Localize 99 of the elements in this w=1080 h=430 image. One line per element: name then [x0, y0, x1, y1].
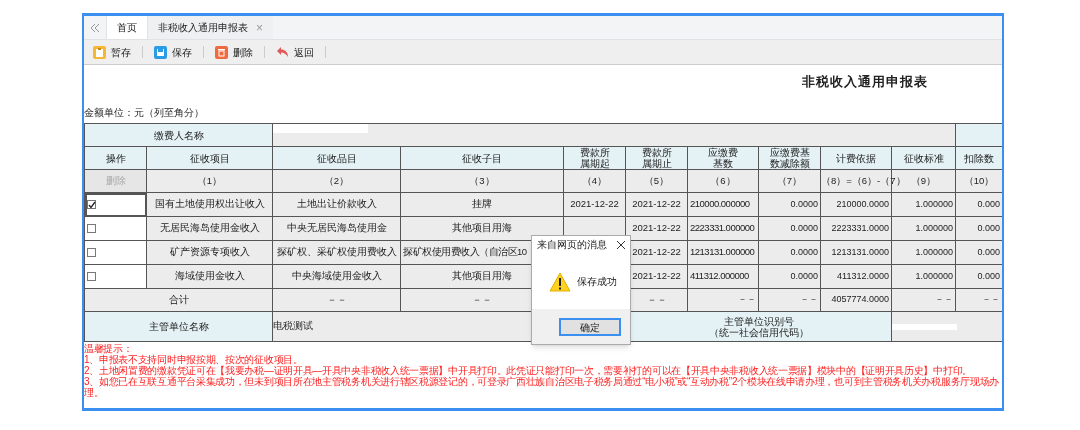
table-cell-text: 0.0000 — [789, 197, 819, 211]
undo-arrow-icon — [276, 46, 289, 58]
table-cell-text: 4057774.0000 — [830, 293, 890, 307]
table-cell-text: 国有土地使用权出让收入 — [153, 197, 266, 212]
column-header: 征收子目 — [462, 152, 502, 164]
field-label: 主管单位识别号 — [723, 315, 794, 327]
tab[interactable]: 非税收入通用申报表 × — [147, 16, 273, 39]
column-index: （6） — [710, 174, 736, 186]
table-cell-text: 探矿权、采矿权使用费收入 — [275, 245, 398, 260]
clipboard-icon — [93, 45, 106, 59]
table-cell-text: 0.0000 — [789, 269, 819, 283]
table-cell-text: 0.000 — [976, 245, 1001, 259]
table-cell-text: 2223331.0000 — [830, 221, 890, 235]
field-label: 主管单位名称 — [148, 321, 209, 332]
notes-title: 温馨提示： — [84, 343, 133, 354]
field-label: 缴费人名称 — [153, 129, 204, 141]
unit-note: 金额单位：元（列至角分） — [84, 106, 204, 120]
table-cell-text: 0.0000 — [789, 245, 819, 259]
table-cell-text: 2021-12-22 — [631, 245, 682, 260]
form-title: 非税收入通用申报表 — [802, 73, 928, 92]
dialog-message: 保存成功 — [577, 275, 617, 289]
payer-name-field[interactable] — [273, 124, 368, 133]
table-cell-text: 2021-12-22 — [631, 221, 682, 236]
table-cell-text: 411312.0000 — [836, 269, 890, 283]
notice-text: 3、如您已在互联互通平台采集成功，但未到项目所在地主管税务机关进行辖区税源登记的，可登录广西壮族自治区电子税务局通过“电小税”或“互动办税”2个模块在线申请办理，也可到主管税务机关办税服务厅现场办理。 — [84, 376, 1001, 398]
table-cell-text: 其他项目用海 — [451, 221, 513, 236]
row-checkbox[interactable] — [87, 248, 96, 257]
column-header: 扣除数 — [964, 152, 994, 164]
warning-icon — [549, 271, 571, 292]
table-cell-text: 1.000000 — [914, 221, 954, 235]
column-header: 征收项目 — [189, 152, 230, 164]
table-cell-text: 1.000000 — [914, 269, 954, 283]
column-index: （5） — [643, 174, 670, 186]
table-cell-text: －－ — [325, 292, 348, 307]
trash-icon — [215, 45, 228, 59]
table-cell-text: 2223331.000000 — [689, 221, 756, 236]
table-cell-text: 其他项目用海 — [451, 269, 513, 284]
table-cell-text: 1.000000 — [914, 245, 954, 259]
table-cell-text: 土地出让价款收入 — [295, 197, 378, 212]
table-cell-text: 411312.000000 — [689, 269, 750, 284]
table-cell-text: 1213131.0000 — [830, 245, 890, 259]
table-cell-text: 2021-12-22 — [631, 197, 682, 212]
notice-text: 1、申报表不支持同时申报按期、按次的征收项目。 — [84, 354, 304, 365]
table-cell-text: 2021-12-22 — [631, 269, 682, 284]
floppy-disk-icon — [154, 45, 167, 59]
tab[interactable]: 首页 — [106, 16, 147, 39]
close-icon[interactable] — [617, 241, 625, 249]
column-header: 计费依据 — [836, 152, 876, 164]
toolbar-button[interactable]: 保存 — [152, 44, 194, 60]
column-index: （2） — [323, 174, 350, 186]
row-checkbox[interactable] — [87, 272, 96, 281]
notice-text: 2、土地闲置费的缴款凭证可在【我要办税—证明开具—开具中央非税收入统一票据】中开具打印。此凭证只能打印一次，需要补打的可以在【开具中央非税收入统一票据】模块中的【证明开具历史】中打印。 — [84, 365, 973, 376]
table-cell-text: 2021-12-22 — [569, 197, 620, 212]
column-header: 应缴费基数减除额 — [768, 147, 811, 169]
field-value: 电税测试 — [273, 320, 313, 332]
column-index: （1） — [196, 174, 223, 186]
column-index: （8）=（6）-（7） — [821, 174, 906, 186]
column-header: 征收标准 — [903, 152, 944, 164]
toolbar-button[interactable]: 删除 — [213, 44, 255, 60]
table-cell-text: 挂牌 — [471, 197, 493, 212]
table-cell-text: 矿产资源专项收入 — [168, 245, 251, 260]
column-header: 应缴费基数 — [707, 147, 739, 169]
table-cell-text: －－ — [981, 293, 1001, 307]
column-index: （7） — [776, 174, 803, 186]
table-cell-text: 中央无居民海岛使用金 — [285, 221, 388, 236]
table-cell-text: －－ — [471, 292, 493, 307]
table-cell-text: 中央海域使用金收入 — [290, 269, 383, 284]
table-cell-text: －－ — [934, 293, 954, 307]
table-cell-text: 210000.000000 — [689, 197, 751, 212]
table-cell-text: －－ — [645, 292, 668, 307]
table-cell-text: －－ — [799, 293, 819, 307]
row-checkbox[interactable] — [87, 224, 96, 233]
table-cell-text: 0.000 — [976, 269, 1001, 283]
table-cell-text: 1.000000 — [914, 197, 954, 211]
table-cell-text: 海域使用金收入 — [173, 269, 246, 284]
column-index: （4） — [581, 174, 608, 186]
table-cell-text: 探矿权使用费收入（自治区10 — [402, 245, 528, 260]
table-cell-text: 无居民海岛使用金收入 — [158, 221, 261, 236]
ok-button[interactable]: 确定 — [559, 317, 621, 336]
table-cell-text: 0.000 — [976, 197, 1001, 211]
column-index: （9） — [910, 174, 937, 186]
table-cell-text: 0.0000 — [789, 221, 819, 235]
column-header: 费款所属期止 — [640, 147, 673, 169]
field-label: （统一社会信用代码） — [708, 326, 809, 338]
column-header: 征收品目 — [316, 152, 357, 164]
column-index: （3） — [469, 174, 495, 186]
row-checkbox[interactable] — [87, 200, 96, 209]
toolbar-button[interactable]: 返回 — [274, 44, 316, 60]
table-cell: 合计 — [168, 293, 189, 305]
table-cell-text: 210000.0000 — [835, 197, 890, 211]
authority-id-field[interactable] — [892, 323, 957, 330]
table-cell-text: 1213131.000000 — [689, 245, 756, 260]
column-header: 费款所属期起 — [578, 147, 611, 169]
column-header: 操作 — [105, 152, 126, 164]
table-cell-text: 0.000 — [976, 221, 1001, 235]
dialog-title: 来自网页的消息 — [537, 237, 607, 252]
toolbar-button[interactable]: 暂存 — [91, 44, 133, 60]
table-cell-text: －－ — [737, 293, 757, 307]
column-index: （10） — [963, 174, 995, 186]
